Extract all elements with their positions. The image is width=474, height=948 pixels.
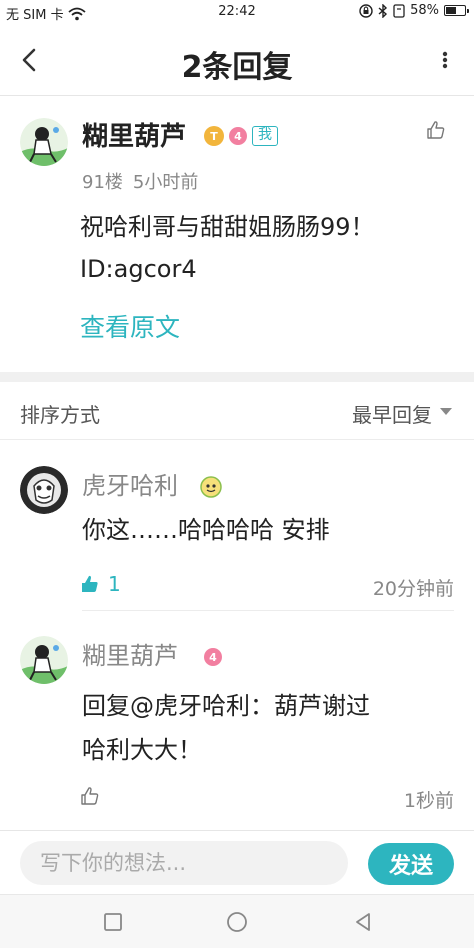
author-avatar-image [20,118,68,166]
back-triangle-icon[interactable] [352,911,374,933]
me-badge: 我 [252,126,278,146]
bluetooth-icon [378,3,388,18]
lock-rotation-icon [359,3,373,18]
sort-bar: 排序方式 最早回复 [0,382,474,440]
reply-content: 你这……哈哈哈哈 安排 [82,516,330,544]
author-badges: T 4 我 [204,126,278,146]
battery-fill [446,7,456,14]
reply-author-avatar-image [20,466,68,514]
more-vertical-icon[interactable] [440,46,450,74]
header: 2条回复 [0,24,474,96]
level-badge: 4 [229,127,247,145]
post-meta: 91楼 5小时前 [82,168,198,194]
original-post: 糊里葫芦 T 4 我 91楼 5小时前 祝哈利哥与甜甜姐肠肠99！ ID:agc… [0,96,474,372]
fan-badge-icon [200,476,222,498]
like-count: 1 [108,572,121,596]
post-content-line: ID:agcor4 [80,255,197,283]
reply-content: 回复@虎牙哈利：葫芦谢过 哈利大大！ [82,684,452,772]
battery-icon [444,5,469,16]
reply-time: 1秒前 [403,790,454,812]
thumbs-up-icon[interactable] [80,574,100,594]
post-content: 祝哈利哥与甜甜姐肠肠99！ ID:agcor4 [80,206,450,290]
sort-dropdown[interactable]: 最早回复 [352,399,432,428]
avatar[interactable] [20,636,68,684]
battery-percent: 58% [410,3,439,18]
section-divider [0,372,474,382]
comment-input[interactable] [20,841,348,885]
send-button[interactable]: 发送 [368,843,454,885]
comment-input-bar: 发送 [0,830,474,894]
avatar[interactable] [20,466,68,514]
thumbs-up-icon[interactable] [80,786,100,806]
post-time: 5小时前 [132,172,199,193]
reply-author-avatar-image [20,636,68,684]
reply-author-name[interactable]: 糊里葫芦 [82,636,178,671]
title-badge: T [204,126,224,146]
avatar[interactable] [20,118,68,166]
caret-down-icon[interactable] [440,408,452,415]
sort-label: 排序方式 [20,403,100,427]
reply-item: 虎牙哈利 你这……哈哈哈哈 安排 1 20分钟前 [0,440,474,610]
reply-item: 糊里葫芦 4 回复@虎牙哈利：葫芦谢过 哈利大大！ 1秒前 [0,610,474,830]
floor-number: 91楼 [82,172,123,193]
system-navigation-bar [0,894,474,948]
home-icon[interactable] [226,911,248,933]
post-content-line: 祝哈利哥与甜甜姐肠肠99！ [80,213,375,241]
reply-like[interactable]: 1 [80,572,121,596]
alarm-icon [393,3,405,18]
recent-apps-icon[interactable] [102,911,124,933]
reply-author-name[interactable]: 虎牙哈利 [82,466,178,501]
reply-content-line: 哈利大大！ [82,736,202,764]
view-original-link[interactable]: 查看原文 [80,308,180,344]
post-author-name[interactable]: 糊里葫芦 [82,116,186,153]
thumbs-up-icon[interactable] [426,120,446,140]
reply-like[interactable] [80,786,100,806]
page-title: 2条回复 [181,50,293,85]
status-bar: 无 SIM 卡 22:42 58% [0,0,474,24]
reply-time: 20分钟前 [372,578,454,600]
reply-content-line: 回复@虎牙哈利：葫芦谢过 [82,692,370,720]
level-badge: 4 [204,648,222,666]
